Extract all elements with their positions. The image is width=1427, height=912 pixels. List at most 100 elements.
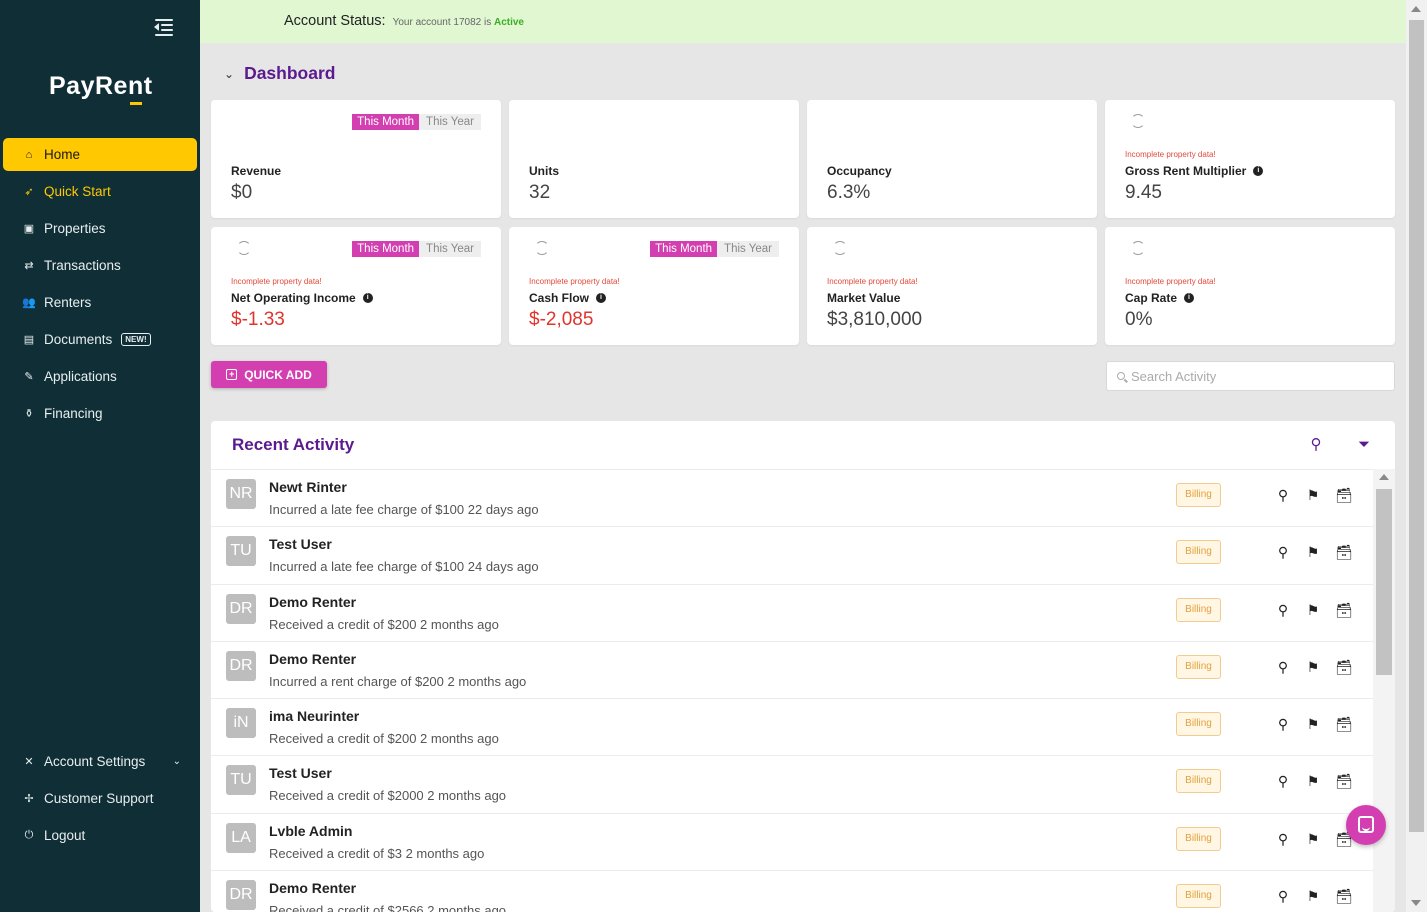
activity-name[interactable]: Demo Renter: [269, 594, 356, 610]
pin-icon[interactable]: ⚲: [1275, 830, 1291, 848]
period-toggle: This Month This Year: [352, 241, 481, 257]
billing-badge: Billing: [1176, 597, 1221, 622]
pin-icon[interactable]: ⚲: [1275, 601, 1291, 619]
pin-icon[interactable]: ⚲: [1275, 887, 1291, 905]
sidebar-item-properties[interactable]: ▣ Properties: [3, 212, 197, 245]
activity-name[interactable]: ima Neurinter: [269, 708, 359, 724]
avatar: TU: [226, 765, 256, 796]
list-item[interactable]: iN ima Neurinter Received a credit of $2…: [211, 698, 1373, 755]
archive-icon[interactable]: 🗃: [1335, 658, 1353, 676]
chevron-down-icon[interactable]: ⌄: [173, 756, 181, 767]
this-month-toggle[interactable]: This Month: [352, 114, 420, 130]
sidebar-item-account-settings[interactable]: ✕ Account Settings ⌄: [3, 745, 197, 778]
flag-icon[interactable]: ⚑: [1305, 772, 1321, 790]
info-icon[interactable]: i: [1184, 293, 1195, 303]
search-input[interactable]: [1131, 368, 1381, 384]
scrollbar-thumb[interactable]: [1409, 20, 1424, 832]
activity-name[interactable]: Demo Renter: [269, 651, 356, 667]
info-icon[interactable]: i: [362, 293, 373, 303]
list-item[interactable]: LA Lvble Admin Received a credit of $3 2…: [211, 812, 1373, 870]
scroll-up-icon[interactable]: [1379, 474, 1389, 480]
filter-icon[interactable]: ⏷: [1355, 436, 1373, 454]
pin-icon[interactable]: ⚲: [1275, 772, 1291, 790]
flag-icon[interactable]: ⚑: [1305, 543, 1321, 561]
pin-icon[interactable]: ⚲: [1275, 658, 1291, 676]
archive-icon[interactable]: 🗃: [1335, 887, 1353, 905]
account-status-label: Account Status:: [284, 13, 386, 29]
archive-icon[interactable]: 🗃: [1335, 601, 1353, 619]
sidebar-item-home[interactable]: ⌂ Home: [3, 138, 197, 171]
revenue-card: This Month This Year Revenue $0: [211, 100, 501, 218]
list-item[interactable]: NR Newt Rinter Incurred a late fee charg…: [211, 469, 1373, 526]
quick-add-button[interactable]: + QUICK ADD: [211, 361, 327, 388]
activity-name[interactable]: Newt Rinter: [269, 479, 347, 495]
search-activity: [1106, 361, 1395, 391]
sidebar-item-label: Financing: [44, 406, 103, 421]
activity-name[interactable]: Lvble Admin: [269, 823, 353, 839]
row-actions: ⚲ ⚑ 🗃: [1275, 830, 1353, 848]
sidebar-item-label: Logout: [44, 828, 86, 843]
pin-icon[interactable]: ⚲: [1275, 486, 1291, 504]
sidebar-item-logout[interactable]: ⏻ Logout: [3, 819, 197, 852]
sidebar-item-customer-support[interactable]: ✢ Customer Support: [3, 782, 197, 815]
pin-icon[interactable]: ⚲: [1307, 436, 1325, 454]
this-year-toggle[interactable]: This Year: [419, 241, 481, 257]
refresh-icon[interactable]: [237, 241, 251, 255]
info-icon[interactable]: i: [1253, 166, 1264, 176]
this-year-toggle[interactable]: This Year: [419, 114, 481, 130]
archive-icon[interactable]: 🗃: [1335, 543, 1353, 561]
chat-support-button[interactable]: [1346, 805, 1386, 845]
brand-logo[interactable]: PayRent: [49, 72, 153, 105]
card-label: Market Value: [827, 291, 901, 305]
activity-description: Received a credit of $2000 2 months ago: [269, 788, 507, 804]
incomplete-data-warning: Incomplete property data!: [1125, 277, 1216, 286]
refresh-icon[interactable]: [1131, 114, 1145, 128]
flag-icon[interactable]: ⚑: [1305, 658, 1321, 676]
activity-name[interactable]: Test User: [269, 765, 332, 781]
list-item[interactable]: DR Demo Renter Received a credit of $256…: [211, 870, 1373, 912]
sidebar-item-documents[interactable]: ▤ Documents NEW!: [3, 323, 197, 356]
activity-name[interactable]: Test User: [269, 536, 332, 552]
info-icon[interactable]: i: [596, 293, 607, 303]
sidebar-item-financing[interactable]: ⚱ Financing: [3, 397, 197, 430]
sidebar-item-label: Applications: [44, 369, 117, 384]
list-item[interactable]: TU Test User Received a credit of $2000 …: [211, 755, 1373, 812]
page-scrollbar[interactable]: [1406, 0, 1427, 912]
archive-icon[interactable]: 🗃: [1335, 486, 1353, 504]
refresh-icon[interactable]: [1131, 241, 1145, 255]
archive-icon[interactable]: 🗃: [1335, 715, 1353, 733]
activity-scrollbar[interactable]: [1373, 469, 1395, 912]
flag-icon[interactable]: ⚑: [1305, 830, 1321, 848]
period-toggle: This Month This Year: [352, 114, 481, 130]
list-item[interactable]: TU Test User Incurred a late fee charge …: [211, 526, 1373, 583]
activity-name[interactable]: Demo Renter: [269, 880, 356, 896]
sidebar-item-transactions[interactable]: ⇄ Transactions: [3, 249, 197, 282]
pin-icon[interactable]: ⚲: [1275, 715, 1291, 733]
dashboard-header[interactable]: ⌄ Dashboard: [224, 63, 335, 84]
chevron-down-icon[interactable]: ⌄: [224, 67, 234, 81]
flag-icon[interactable]: ⚑: [1305, 601, 1321, 619]
search-icon: [1117, 372, 1125, 380]
collapse-menu-icon[interactable]: [153, 17, 175, 37]
sidebar-item-renters[interactable]: 👥 Renters: [3, 286, 197, 319]
scrollbar-thumb[interactable]: [1376, 489, 1392, 675]
flag-icon[interactable]: ⚑: [1305, 486, 1321, 504]
sidebar-item-applications[interactable]: ✎ Applications: [3, 360, 197, 393]
list-item[interactable]: DR Demo Renter Received a credit of $200…: [211, 583, 1373, 641]
flag-icon[interactable]: ⚑: [1305, 887, 1321, 905]
scroll-up-icon[interactable]: [1411, 6, 1421, 12]
pin-icon[interactable]: ⚲: [1275, 543, 1291, 561]
refresh-icon[interactable]: [535, 241, 549, 255]
this-year-toggle[interactable]: This Year: [717, 241, 779, 257]
activity-list: NR Newt Rinter Incurred a late fee charg…: [211, 469, 1373, 912]
scroll-down-icon[interactable]: [1411, 900, 1421, 906]
building-icon: ▣: [23, 223, 35, 235]
card-label: Units: [529, 164, 559, 178]
this-month-toggle[interactable]: This Month: [650, 241, 718, 257]
refresh-icon[interactable]: [833, 241, 847, 255]
this-month-toggle[interactable]: This Month: [352, 241, 420, 257]
list-item[interactable]: DR Demo Renter Incurred a rent charge of…: [211, 640, 1373, 698]
sidebar-item-quick-start[interactable]: ➶ Quick Start: [3, 175, 197, 208]
flag-icon[interactable]: ⚑: [1305, 715, 1321, 733]
archive-icon[interactable]: 🗃: [1335, 772, 1353, 790]
